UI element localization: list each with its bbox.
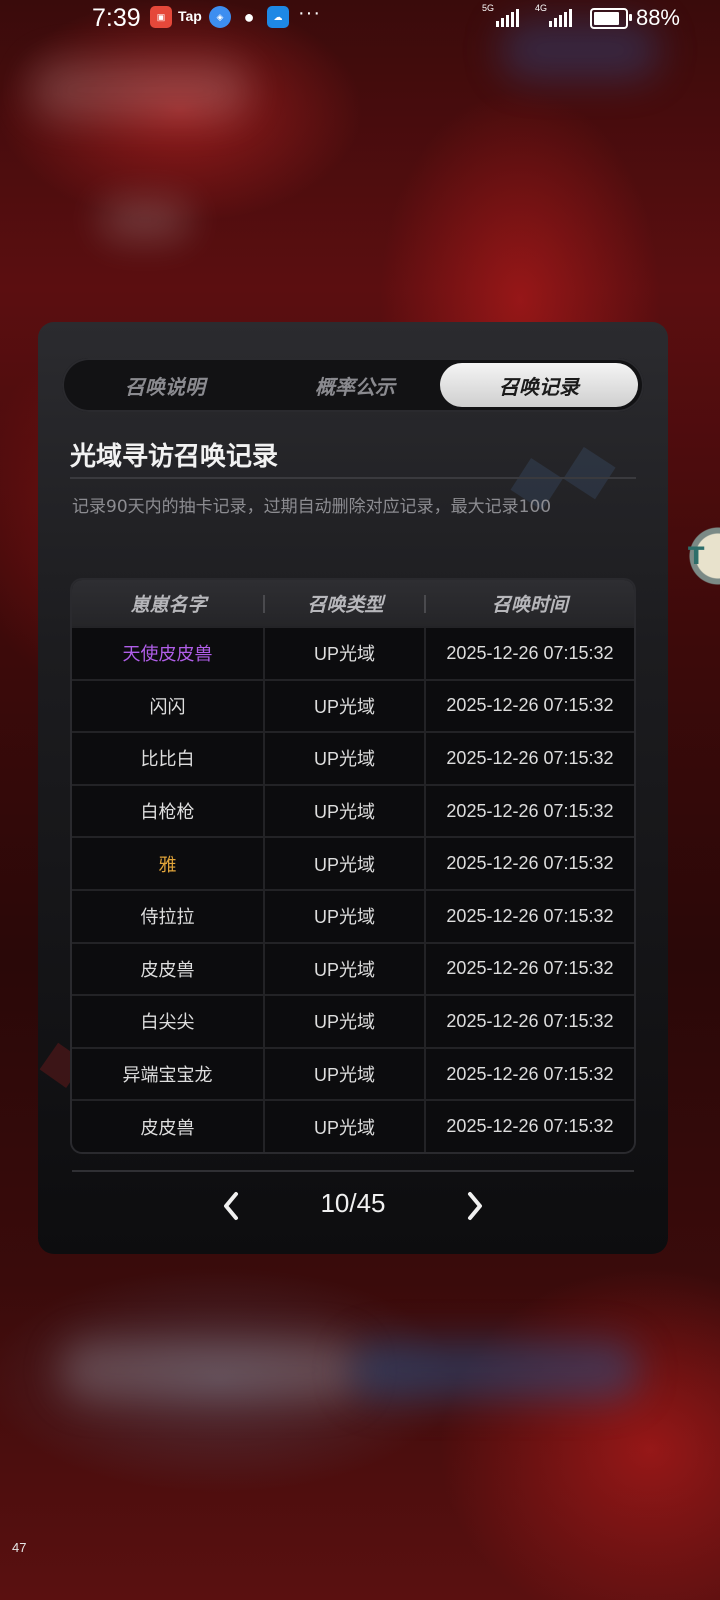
side-button-label: T — [688, 542, 705, 570]
summon-type-cell: UP光域 — [265, 943, 426, 995]
companion-name-cell: 白枪枪 — [72, 785, 265, 837]
table-row: 比比白 UP光域 2025-12-26 07:15:32 — [72, 731, 634, 784]
summon-time-cell: 2025-12-26 07:15:32 — [446, 1010, 614, 1031]
companion-name-cell: 侍拉拉 — [72, 890, 265, 942]
blurred-header-shape — [30, 60, 250, 120]
wechat-icon: ● — [243, 6, 255, 27]
companion-name-cell: 白尖尖 — [72, 996, 265, 1047]
blurred-button-shape — [60, 1340, 360, 1400]
summon-type-cell: UP光域 — [265, 628, 426, 679]
table-row: 白尖尖 UP光域 2025-12-26 07:15:32 — [72, 994, 634, 1047]
battery-percent: 88% — [635, 5, 680, 30]
companion-name-cell: 比比白 — [72, 733, 265, 784]
companion-name-cell: 雅 — [72, 838, 265, 889]
tap-icon: Tap — [178, 8, 202, 24]
summon-time-cell: 2025-12-26 07:15:32 — [446, 642, 614, 663]
table-row: 异端宝宝龙 UP光域 2025-12-26 07:15:32 — [72, 1046, 634, 1100]
table-row: 天使皮皮兽 UP光域 2025-12-26 07:15:32 — [72, 626, 634, 679]
signal-5g-icon: 5G — [482, 3, 519, 27]
chevron-left-icon[interactable] — [218, 1188, 246, 1224]
summon-type-cell: UP光域 — [265, 733, 426, 784]
corner-number: 47 — [12, 1540, 27, 1555]
summon-panel: ◆◆ ◆◆ 召唤说明 概率公示 召唤记录 光域寻访召唤记录 记录90天内的抽卡记… — [38, 322, 668, 1254]
summon-time-cell: 2025-12-26 07:15:32 — [446, 695, 614, 716]
chevron-right-icon[interactable] — [460, 1188, 488, 1224]
summon-type-cell: UP光域 — [265, 1101, 426, 1152]
table-row: 闪闪 UP光域 2025-12-26 07:15:32 — [72, 678, 634, 732]
battery-level — [593, 11, 619, 25]
table-row: 侍拉拉 UP光域 2025-12-26 07:15:32 — [72, 888, 634, 942]
pager-divider — [72, 1170, 634, 1172]
status-right: 5G 4G 88% — [482, 3, 680, 31]
summon-type-cell: UP光域 — [265, 838, 426, 889]
summon-time-cell: 2025-12-26 07:15:32 — [446, 747, 614, 768]
page-indicator: 10/45 — [320, 1188, 386, 1218]
tab-summon-info[interactable]: 召唤说明 — [70, 363, 260, 407]
side-floating-button[interactable]: T — [678, 516, 720, 596]
tab-bar: 召唤说明 概率公示 召唤记录 — [62, 358, 644, 412]
more-notifications-icon: ··· — [298, 2, 321, 24]
status-time: 7:39 — [92, 4, 141, 32]
signal-4g-icon: 4G — [535, 3, 572, 27]
companion-name-cell: 天使皮皮兽 — [72, 628, 265, 679]
table-row: 白枪枪 UP光域 2025-12-26 07:15:32 — [72, 783, 634, 837]
summon-time-cell: 2025-12-26 07:15:32 — [446, 800, 614, 821]
summon-type-cell: UP光域 — [265, 996, 426, 1047]
huawei-appgallery-icon: ▣ — [150, 6, 172, 28]
summon-type-cell: UP光域 — [265, 890, 426, 942]
blurred-text-shape — [100, 200, 190, 240]
record-table: 崽崽名字 召唤类型 召唤时间 天使皮皮兽 UP光域 2025-12-26 07:15… — [72, 580, 634, 1152]
table-body: 天使皮皮兽 UP光域 2025-12-26 07:15:32 闪闪 UP光域 2025-1… — [72, 626, 634, 1152]
tab-summon-record[interactable]: 召唤记录 — [440, 363, 638, 407]
summon-time-cell: 2025-12-26 07:15:32 — [446, 853, 614, 874]
battery-icon — [589, 7, 632, 29]
summon-type-cell: UP光域 — [265, 1048, 426, 1100]
companion-name-cell: 皮皮兽 — [72, 943, 265, 995]
table-row: 皮皮兽 UP光域 2025-12-26 07:15:32 — [72, 941, 634, 995]
status-bar: 7:39 ▣ Tap ◈ ● ☁ ··· 5G 4G 88% — [0, 0, 720, 36]
page-title: 光域寻访召唤记录 — [70, 442, 279, 472]
table-header: 崽崽名字 召唤类型 召唤时间 — [72, 580, 634, 626]
companion-name-cell: 皮皮兽 — [72, 1101, 265, 1152]
table-row: 皮皮兽 UP光域 2025-12-26 07:15:32 — [72, 1099, 634, 1152]
summon-time-cell: 2025-12-26 07:15:32 — [446, 1116, 614, 1137]
summon-time-cell: 2025-12-26 07:15:32 — [446, 1063, 614, 1084]
companion-name-cell: 异端宝宝龙 — [72, 1048, 265, 1100]
column-header-name: 崽崽名字 — [72, 590, 265, 617]
blurred-button-shape-blue — [350, 1340, 640, 1400]
companion-name-cell: 闪闪 — [72, 680, 265, 732]
table-row: 雅 UP光域 2025-12-26 07:15:32 — [72, 836, 634, 889]
column-header-type: 召唤类型 — [265, 590, 426, 617]
record-description: 记录90天内的抽卡记录，过期自动删除对应记录，最大记录100 — [72, 497, 552, 517]
summon-type-cell: UP光域 — [265, 785, 426, 837]
summon-time-cell: 2025-12-26 07:15:32 — [446, 905, 614, 926]
summon-time-cell: 2025-12-26 07:15:32 — [446, 958, 614, 979]
column-header-time: 召唤时间 — [491, 593, 568, 616]
tab-probability[interactable]: 概率公示 — [260, 363, 450, 407]
weather-icon: ☁ — [267, 6, 289, 28]
browser-icon: ◈ — [209, 6, 231, 28]
title-divider — [70, 477, 636, 479]
summon-type-cell: UP光域 — [265, 680, 426, 732]
